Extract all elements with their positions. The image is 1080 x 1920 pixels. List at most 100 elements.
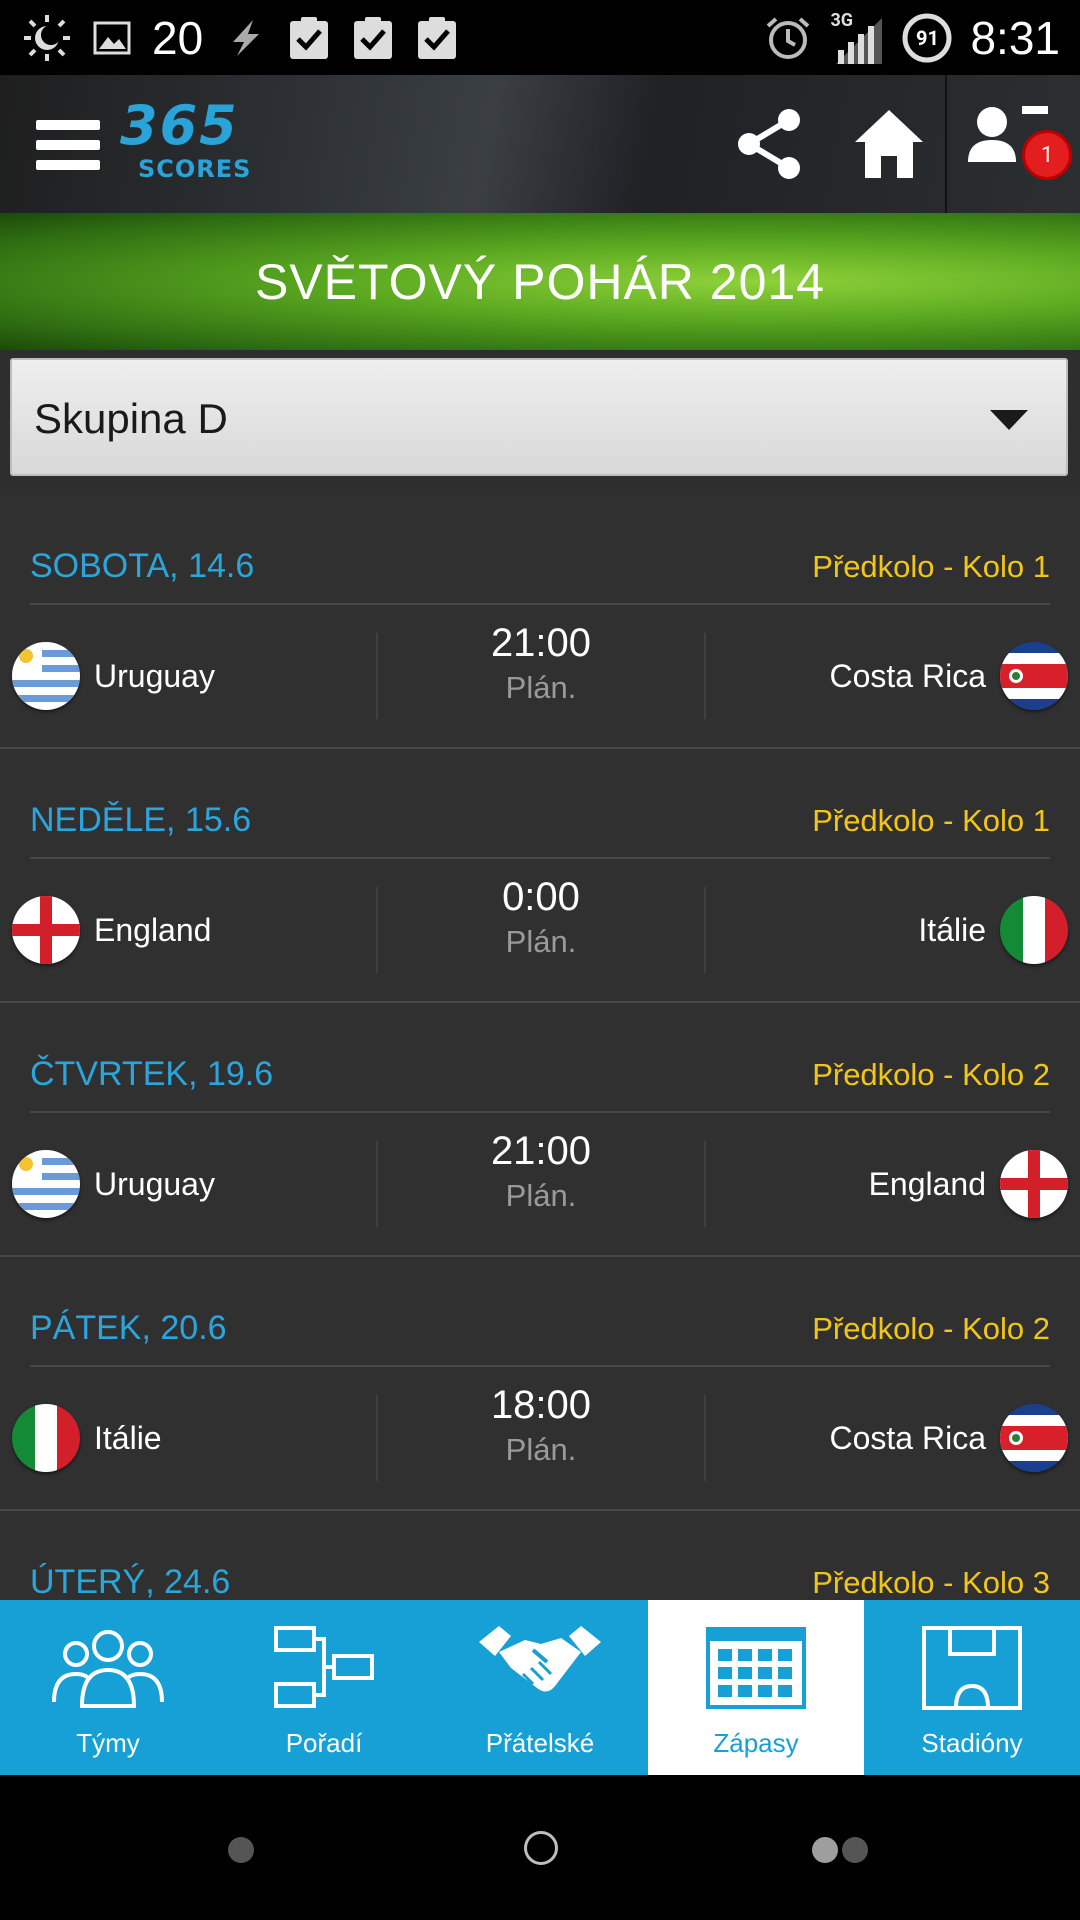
italy-flag-icon	[1000, 896, 1068, 964]
away-team[interactable]: England	[869, 1149, 1068, 1219]
menu-icon[interactable]	[36, 120, 100, 170]
match-time-block: 0:00 Plán.	[378, 875, 704, 960]
costa-rica-flag-icon	[1000, 642, 1068, 710]
home-team[interactable]: Itálie	[12, 1403, 162, 1473]
match-time-block: 18:00 Plán.	[378, 1383, 704, 1468]
away-team-name: Costa Rica	[829, 1419, 987, 1456]
alarm-icon	[764, 14, 812, 62]
day-section: PÁTEK, 20.6 Předkolo - Kolo 2 Itálie 18:…	[0, 1257, 1080, 1511]
group-dropdown[interactable]: Skupina D	[10, 358, 1068, 476]
brightness-icon	[22, 13, 72, 63]
home-nav-icon[interactable]	[524, 1831, 558, 1865]
match-status: Plán.	[505, 670, 577, 705]
match-row[interactable]: Uruguay 21:00 Plán. Costa Rica	[0, 607, 1080, 747]
clipboard-check-icon	[287, 15, 331, 61]
match-list[interactable]: SOBOTA, 14.6 Předkolo - Kolo 1 Uruguay 2…	[0, 495, 1080, 1600]
match-row[interactable]: Uruguay 21:00 Plán. England	[0, 1115, 1080, 1255]
clipboard-check-icon	[351, 15, 395, 61]
england-flag-icon	[1000, 1150, 1068, 1218]
profile-button[interactable]: 1	[960, 100, 1072, 200]
flash-icon	[223, 16, 267, 60]
tab-friendlies-label: Přátelské	[485, 1728, 595, 1758]
day-round: Předkolo - Kolo 3	[812, 1565, 1050, 1600]
day-round: Předkolo - Kolo 1	[812, 803, 1050, 838]
away-team-name: England	[868, 1165, 986, 1202]
day-date: ÚTERÝ, 24.6	[30, 1563, 231, 1600]
competition-banner: SVĚTOVÝ POHÁR 2014	[0, 213, 1080, 350]
stadium-icon	[920, 1618, 1024, 1718]
share-icon[interactable]	[725, 100, 813, 188]
column-divider	[704, 1141, 706, 1227]
day-round: Předkolo - Kolo 2	[812, 1057, 1050, 1092]
home-team[interactable]: Uruguay	[12, 641, 215, 711]
day-round: Předkolo - Kolo 1	[812, 549, 1050, 584]
column-divider	[704, 1395, 706, 1481]
match-status: Plán.	[505, 1178, 577, 1213]
back-icon[interactable]	[228, 1837, 254, 1863]
uruguay-flag-icon	[12, 642, 80, 710]
recent-apps-icon[interactable]	[812, 1837, 868, 1863]
tab-teams[interactable]: Týmy	[0, 1600, 216, 1775]
england-flag-icon	[12, 896, 80, 964]
away-team[interactable]: Costa Rica	[829, 1403, 1068, 1473]
calendar-icon	[704, 1618, 808, 1718]
match-time: 0:00	[502, 875, 580, 919]
bottom-tab-bar: Týmy Pořadí Přátelské Zápasy Stadióny	[0, 1600, 1080, 1775]
home-icon[interactable]	[845, 100, 933, 188]
away-team-name: Itálie	[918, 911, 986, 948]
home-team-name: Itálie	[94, 1419, 162, 1456]
day-date: NEDĚLE, 15.6	[30, 801, 252, 839]
battery-icon: 91	[902, 13, 952, 63]
day-header: SOBOTA, 14.6 Předkolo - Kolo 1	[30, 495, 1050, 605]
notification-badge: 1	[1022, 130, 1072, 180]
day-header: ÚTERÝ, 24.6 Předkolo - Kolo 3	[30, 1511, 1050, 1600]
app-logo[interactable]: 365 SCORES	[120, 97, 250, 197]
standings-icon	[272, 1618, 376, 1718]
home-team[interactable]: Uruguay	[12, 1149, 215, 1219]
match-time-block: 21:00 Plán.	[378, 1129, 704, 1214]
home-team-name: Uruguay	[94, 1165, 215, 1202]
tab-standings[interactable]: Pořadí	[216, 1600, 432, 1775]
home-team[interactable]: England	[12, 895, 211, 965]
tab-stadiums[interactable]: Stadióny	[864, 1600, 1080, 1775]
away-team[interactable]: Costa Rica	[829, 641, 1068, 711]
uruguay-flag-icon	[12, 1150, 80, 1218]
match-time: 21:00	[490, 621, 592, 665]
tab-matches[interactable]: Zápasy	[648, 1600, 864, 1775]
away-team[interactable]: Itálie	[918, 895, 1068, 965]
match-row[interactable]: England 0:00 Plán. Itálie	[0, 861, 1080, 1001]
gallery-icon	[92, 18, 132, 58]
day-date: ČTVRTEK, 19.6	[30, 1055, 274, 1093]
tab-friendlies[interactable]: Přátelské	[432, 1600, 648, 1775]
column-divider	[704, 887, 706, 973]
handshake-icon	[475, 1618, 605, 1718]
day-section: ÚTERÝ, 24.6 Předkolo - Kolo 3	[0, 1511, 1080, 1600]
day-header: PÁTEK, 20.6 Předkolo - Kolo 2	[30, 1257, 1050, 1367]
match-row[interactable]: Itálie 18:00 Plán. Costa Rica	[0, 1369, 1080, 1509]
costa-rica-flag-icon	[1000, 1404, 1068, 1472]
column-divider	[704, 633, 706, 719]
italy-flag-icon	[12, 1404, 80, 1472]
day-round: Předkolo - Kolo 2	[812, 1311, 1050, 1346]
day-section: ČTVRTEK, 19.6 Předkolo - Kolo 2 Uruguay …	[0, 1003, 1080, 1257]
app-bar-divider	[945, 75, 947, 213]
clock: 8:31	[970, 11, 1060, 64]
away-team-name: Costa Rica	[829, 657, 987, 694]
status-bar: 20 3G 91 8:31	[0, 0, 1080, 75]
day-section: NEDĚLE, 15.6 Předkolo - Kolo 1 England 0…	[0, 749, 1080, 1003]
tab-matches-label: Zápasy	[713, 1728, 799, 1758]
tab-stadiums-label: Stadióny	[921, 1728, 1023, 1758]
day-header: ČTVRTEK, 19.6 Předkolo - Kolo 2	[30, 1003, 1050, 1113]
app-bar: 365 SCORES 1	[0, 75, 1080, 213]
battery-level: 91	[915, 25, 939, 50]
tab-standings-label: Pořadí	[285, 1728, 363, 1758]
day-header: NEDĚLE, 15.6 Předkolo - Kolo 1	[30, 749, 1050, 859]
group-selector-wrap: Skupina D	[0, 350, 1080, 495]
notification-count: 20	[152, 11, 204, 64]
day-section: SOBOTA, 14.6 Předkolo - Kolo 1 Uruguay 2…	[0, 495, 1080, 749]
day-date: PÁTEK, 20.6	[30, 1309, 227, 1347]
app-root: 20 3G 91 8:31 365 SCORES 1 SVĚTOVÝ POHÁR…	[0, 0, 1080, 1920]
home-team-name: England	[94, 911, 212, 948]
home-team-name: Uruguay	[94, 657, 215, 694]
match-time-block: 21:00 Plán.	[378, 621, 704, 706]
